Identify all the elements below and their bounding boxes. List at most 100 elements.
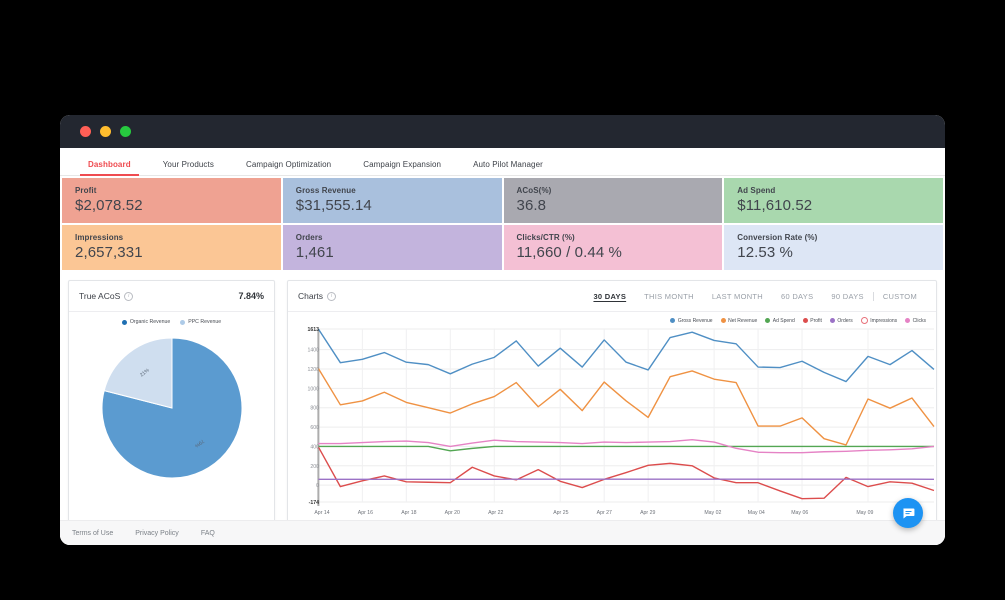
legend-swatch-icon	[860, 317, 868, 324]
legend-swatch-icon	[765, 318, 771, 323]
x-axis-tick-label: Apr 16	[358, 510, 373, 516]
legend-swatch-icon	[670, 318, 676, 323]
x-axis-tick-label: May 06	[791, 510, 808, 516]
chat-bubble-icon[interactable]	[893, 498, 923, 528]
kpi-card-acos[interactable]: ACoS(%) 36.8	[503, 178, 723, 223]
x-axis-tick-label: Apr 22	[488, 510, 503, 516]
nav-tab-dashboard[interactable]: Dashboard	[72, 160, 147, 176]
legend-swatch-icon	[905, 318, 911, 323]
kpi-card-impressions[interactable]: Impressions 2,657,331	[62, 225, 281, 270]
x-axis-tick-label: Apr 29	[640, 510, 655, 516]
range-tab-30-days[interactable]: 30 DAYS	[584, 292, 635, 301]
line-legend-label: Gross Revenue	[677, 317, 713, 324]
y-axis-tick-label: 1613	[307, 327, 319, 333]
line-chart-legend: Gross Revenue Net Revenue Ad Spend Profit Or…	[288, 312, 936, 324]
charts-title-group: Charts i	[298, 291, 337, 301]
line-legend-item[interactable]: Profit	[802, 317, 822, 324]
panels-row: True ACoS i 7.84% Organic Revenue PPC Rev…	[60, 270, 945, 525]
range-tab-custom[interactable]: CUSTOM	[872, 291, 926, 301]
main-navigation: Dashboard Your Products Campaign Optimiz…	[60, 148, 945, 176]
date-range-tabs: 30 DAYS THIS MONTH LAST MONTH 60 DAYS 90 DAY…	[584, 291, 926, 301]
x-axis-tick-label: Apr 25	[553, 510, 568, 516]
y-axis-tick-label: 1400	[307, 348, 319, 354]
x-axis-tick-label: Apr 27	[597, 510, 612, 516]
y-axis-tick-label: 600	[310, 425, 319, 431]
kpi-label: Impressions	[75, 233, 124, 242]
range-tab-this-month[interactable]: THIS MONTH	[635, 292, 703, 301]
nav-tab-campaign-expansion[interactable]: Campaign Expansion	[347, 160, 457, 175]
range-tab-60-days[interactable]: 60 DAYS	[772, 292, 822, 301]
line-chart-container: -174 0 200 400 600 800 1000 1200 1400 1613 Apr 14 A…	[288, 324, 936, 524]
kpi-label: Gross Revenue	[295, 186, 356, 195]
line-legend-label: Profit	[810, 317, 822, 324]
legend-swatch-icon	[802, 318, 808, 323]
nav-tab-label: Campaign Expansion	[363, 160, 442, 169]
browser-window: Dashboard Your Products Campaign Optimiz…	[60, 115, 945, 545]
line-legend-label: Impressions	[870, 317, 898, 324]
legend-swatch-icon	[180, 319, 186, 325]
y-axis-tick-label: 0	[316, 483, 319, 489]
kpi-value: $2,078.52	[75, 197, 143, 214]
pie-legend-item[interactable]: PPC Revenue	[180, 319, 221, 325]
pie-legend-item[interactable]: Organic Revenue	[121, 319, 171, 325]
footer-link-privacy-policy[interactable]: Privacy Policy	[135, 530, 179, 537]
line-legend-item[interactable]: Orders	[829, 317, 853, 324]
nav-tab-your-products[interactable]: Your Products	[147, 160, 230, 175]
kpi-card-orders[interactable]: Orders 1,461	[282, 225, 502, 270]
line-legend-item[interactable]: Ad Spend	[765, 317, 795, 324]
kpi-label: Ad Spend	[737, 186, 776, 195]
x-axis-tick-label: Apr 14	[314, 510, 329, 516]
pie-chart: 79%21%	[101, 336, 242, 478]
line-legend-item[interactable]: Clicks	[905, 317, 926, 324]
kpi-card-clicks-ctr[interactable]: Clicks/CTR (%) 11,660 / 0.44 %	[503, 225, 723, 270]
kpi-card-conversion-rate[interactable]: Conversion Rate (%) 12.53 %	[724, 225, 943, 270]
legend-swatch-icon	[720, 318, 726, 323]
line-legend-item[interactable]: Gross Revenue	[670, 317, 713, 324]
legend-swatch-icon	[829, 318, 835, 323]
window-titlebar	[60, 115, 945, 148]
y-axis-tick-label: 400	[310, 444, 319, 450]
nav-tab-label: Your Products	[162, 160, 214, 169]
kpi-label: Conversion Rate (%)	[737, 233, 818, 242]
window-controls	[80, 126, 131, 137]
line-chart-axis-labels: -174 0 200 400 600 800 1000 1200 1400 1613 Apr 14 A…	[307, 327, 873, 516]
true-acos-title: True ACoS	[79, 291, 121, 301]
y-axis-tick-label: -174	[309, 500, 319, 506]
x-axis-tick-label: Apr 18	[401, 510, 416, 516]
minimize-window-button[interactable]	[100, 126, 111, 137]
range-tab-last-month[interactable]: LAST MONTH	[703, 292, 772, 301]
kpi-label: Orders	[295, 233, 323, 242]
kpi-card-gross-revenue[interactable]: Gross Revenue $31,555.14	[282, 178, 502, 223]
footer-link-faq[interactable]: FAQ	[201, 530, 215, 537]
nav-tab-label: Auto Pilot Manager	[473, 160, 543, 169]
maximize-window-button[interactable]	[120, 126, 131, 137]
line-legend-item[interactable]: Net Revenue	[720, 317, 758, 324]
charts-header: Charts i 30 DAYS THIS MONTH LAST MONTH 60 D…	[288, 281, 936, 312]
close-window-button[interactable]	[80, 126, 91, 137]
line-legend-label: Net Revenue	[728, 317, 758, 324]
kpi-card-ad-spend[interactable]: Ad Spend $11,610.52	[724, 178, 943, 223]
y-axis-tick-label: 200	[310, 464, 319, 470]
line-legend-item[interactable]: Impressions	[860, 317, 898, 324]
kpi-value: $31,555.14	[295, 197, 372, 214]
x-axis-tick-label: May 09	[856, 510, 873, 516]
nav-tab-campaign-optimization[interactable]: Campaign Optimization	[230, 160, 347, 175]
kpi-value: 1,461	[295, 244, 334, 261]
footer-link-terms-of-use[interactable]: Terms of Use	[72, 530, 113, 537]
charts-panel: Charts i 30 DAYS THIS MONTH LAST MONTH 60 D…	[287, 280, 937, 525]
kpi-card-profit[interactable]: Profit $2,078.52	[62, 178, 281, 223]
x-axis-tick-label: May 04	[748, 510, 765, 516]
kpi-card-grid: Profit $2,078.52 Gross Revenue $31,555.14 AC…	[60, 176, 945, 270]
kpi-label: ACoS(%)	[516, 186, 552, 195]
y-axis-tick-label: 800	[310, 406, 319, 412]
y-axis-tick-label: 1200	[307, 367, 319, 373]
info-icon[interactable]: i	[327, 291, 337, 301]
info-icon[interactable]: i	[124, 291, 134, 301]
chat-glyph	[902, 508, 914, 518]
kpi-value: $11,610.52	[737, 197, 813, 214]
true-acos-header: True ACoS i 7.84%	[69, 281, 274, 312]
kpi-value: 2,657,331	[75, 244, 143, 261]
pie-legend-label: Organic Revenue	[129, 319, 171, 325]
range-tab-90-days[interactable]: 90 DAYS	[822, 292, 872, 301]
nav-tab-auto-pilot-manager[interactable]: Auto Pilot Manager	[457, 160, 559, 175]
